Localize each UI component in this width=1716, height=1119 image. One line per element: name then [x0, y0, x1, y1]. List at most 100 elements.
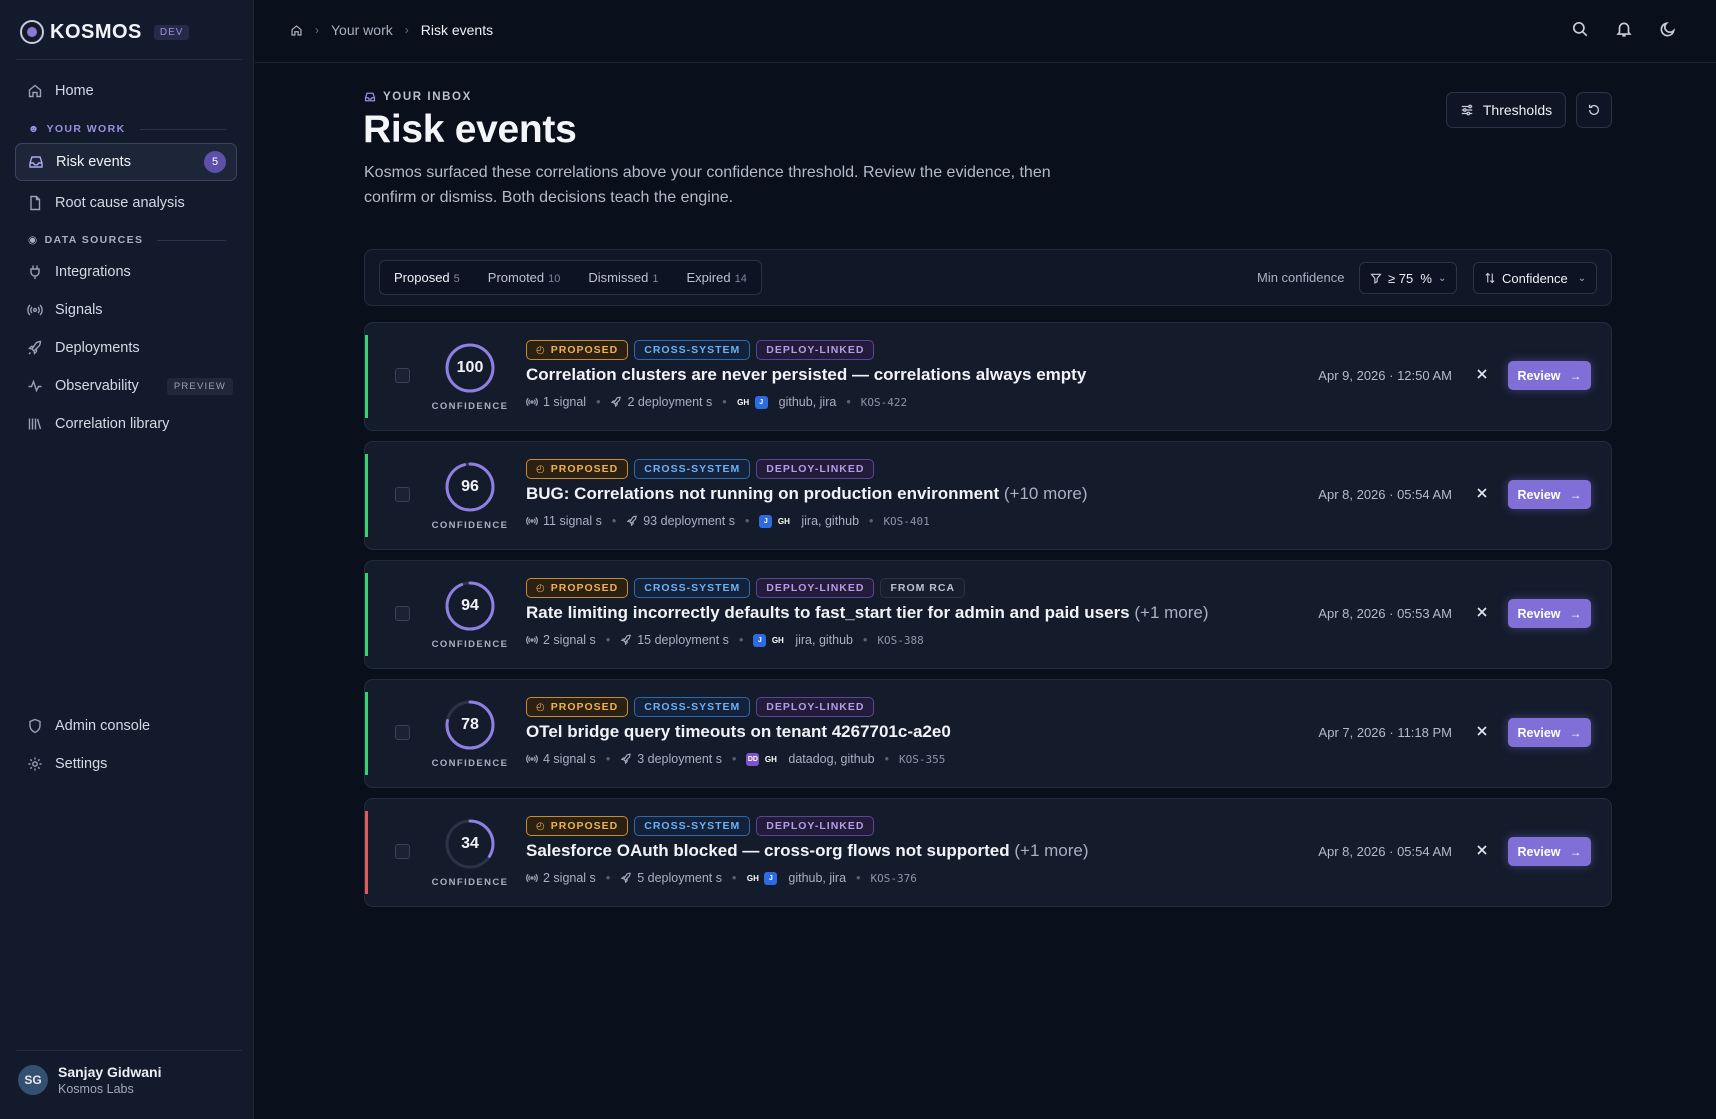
issue-key[interactable]: KOS-401 [883, 515, 929, 528]
sort-select[interactable]: Confidence ⌄ [1473, 262, 1598, 294]
sidebar-item-integrations[interactable]: Integrations [15, 253, 237, 291]
select-checkbox[interactable] [395, 725, 410, 740]
env-badge: DEV [153, 24, 190, 40]
event-meta: 1 signal • 2 deployment s • GH Jgithub, jira •… [526, 395, 907, 409]
risk-event-card[interactable]: 100 CONFIDENCE ◴ PROPOSED CROSS-SYSTEM DEPLOY… [364, 322, 1612, 431]
select-checkbox[interactable] [395, 844, 410, 859]
sort-icon [1484, 272, 1496, 284]
dismiss-button[interactable] [1474, 485, 1490, 501]
confidence-score: 78 [461, 716, 479, 733]
sidebar-item-root-cause-analysis[interactable]: Root cause analysis [15, 184, 237, 222]
thresholds-button[interactable]: Thresholds [1446, 92, 1566, 128]
filter-bar: Proposed 5 Promoted 10 Dismissed 1 Expired 1… [364, 249, 1612, 306]
risk-event-card[interactable]: 96 CONFIDENCE ◴ PROPOSED CROSS-SYSTEM DEPLOY-… [364, 441, 1612, 550]
sidebar-item-label: Signals [55, 302, 103, 318]
event-date: Apr 8, 2026 · 05:54 AM [1318, 844, 1452, 859]
chevron-down-icon: ⌄ [1577, 272, 1587, 284]
sidebar-item-settings[interactable]: Settings [15, 745, 237, 783]
event-title-text: OTel bridge query timeouts on tenant 426… [526, 722, 951, 741]
brand[interactable]: KOSMOS DEV [20, 20, 190, 44]
tag-deploy: DEPLOY-LINKED [756, 816, 875, 836]
home-icon[interactable] [290, 24, 303, 37]
clock-icon: ◴ [536, 463, 546, 475]
breadcrumb: › Your work › Risk events [290, 22, 493, 38]
bell-icon[interactable] [1615, 20, 1635, 40]
review-button[interactable]: Review → [1508, 480, 1591, 509]
review-button[interactable]: Review → [1508, 718, 1591, 747]
risk-event-card[interactable]: 34 CONFIDENCE ◴ PROPOSED CROSS-SYSTEM DEPLOY-… [364, 798, 1612, 907]
rocket-icon [610, 396, 622, 408]
event-title[interactable]: Salesforce OAuth blocked — cross-org flo… [526, 841, 1089, 861]
sources-meta: GH Jgithub, jira [737, 395, 837, 409]
close-icon [1477, 607, 1487, 617]
issue-key[interactable]: KOS-388 [877, 634, 923, 647]
tab-promoted[interactable]: Promoted 10 [488, 270, 561, 285]
chevron-right-icon: › [404, 23, 409, 37]
sidebar-item-correlation-library[interactable]: Correlation library [15, 405, 237, 443]
sidebar-item-signals[interactable]: Signals [15, 291, 237, 329]
status-stripe [365, 335, 368, 418]
issue-key[interactable]: KOS-376 [870, 872, 916, 885]
page-title: Risk events [363, 108, 577, 151]
preview-badge: PREVIEW [166, 377, 234, 395]
tag-cross: CROSS-SYSTEM [634, 816, 751, 836]
review-button[interactable]: Review → [1508, 837, 1591, 866]
tab-proposed[interactable]: Proposed 5 [394, 270, 460, 285]
tag-proposed: ◴ PROPOSED [526, 697, 629, 717]
confidence-label: CONFIDENCE [431, 639, 509, 650]
refresh-button[interactable] [1576, 92, 1612, 128]
sidebar-item-label: Home [55, 83, 94, 99]
confidence-label: CONFIDENCE [431, 520, 509, 531]
event-title[interactable]: Rate limiting incorrectly defaults to fa… [526, 603, 1209, 623]
signals-meta: 4 signal s [526, 752, 596, 766]
sidebar-item-label: Settings [55, 756, 108, 772]
sidebar-item-admin-console[interactable]: Admin console [15, 707, 237, 745]
select-checkbox[interactable] [395, 487, 410, 502]
sidebar-item-risk-events[interactable]: Risk events 5 [15, 143, 237, 181]
risk-event-card[interactable]: 78 CONFIDENCE ◴ PROPOSED CROSS-SYSTEM DEPLOY-… [364, 679, 1612, 788]
issue-key[interactable]: KOS-355 [899, 753, 945, 766]
dismiss-button[interactable] [1474, 842, 1490, 858]
issue-key[interactable]: KOS-422 [861, 396, 907, 409]
tag-cross: CROSS-SYSTEM [634, 578, 751, 598]
rocket-icon [27, 340, 43, 356]
event-meta: 11 signal s • 93 deployment s • J GH jira, git… [526, 514, 930, 528]
more-count: (+10 more) [1003, 484, 1088, 503]
dismiss-button[interactable] [1474, 366, 1490, 382]
source-gh-icon: GH [764, 754, 777, 764]
review-button[interactable]: Review → [1508, 599, 1591, 628]
event-title[interactable]: BUG: Correlations not running on product… [526, 484, 1088, 504]
sidebar-divider [16, 59, 242, 60]
moon-icon[interactable] [1659, 20, 1679, 40]
select-checkbox[interactable] [395, 368, 410, 383]
review-button[interactable]: Review → [1508, 361, 1591, 390]
tag-cross: CROSS-SYSTEM [634, 340, 751, 360]
risk-event-card[interactable]: 94 CONFIDENCE ◴ PROPOSED CROSS-SYSTEM DEPLOY-… [364, 560, 1612, 669]
filter-icon [1370, 272, 1382, 284]
event-title[interactable]: Correlation clusters are never persisted… [526, 365, 1086, 385]
tab-expired[interactable]: Expired 14 [687, 270, 747, 285]
user-profile[interactable]: SG Sanjay Gidwani Kosmos Labs [18, 1064, 161, 1096]
avatar: SG [18, 1065, 48, 1095]
dismiss-button[interactable] [1474, 723, 1490, 739]
sidebar-item-deployments[interactable]: Deployments [15, 329, 237, 367]
clock-icon: ◴ [536, 820, 546, 832]
sidebar-item-label: Observability [55, 378, 139, 394]
event-title[interactable]: OTel bridge query timeouts on tenant 426… [526, 722, 951, 742]
min-confidence-select[interactable]: ≥ 75 % ⌄ [1359, 262, 1458, 294]
sidebar-item-label: Root cause analysis [55, 195, 185, 211]
sidebar-item-observability[interactable]: Observability PREVIEW [15, 367, 237, 405]
tag-list: ◴ PROPOSED CROSS-SYSTEM DEPLOY-LINKED [526, 459, 875, 479]
confidence-label: CONFIDENCE [431, 758, 509, 769]
deployments-meta: 93 deployment s [626, 514, 735, 528]
tab-dismissed[interactable]: Dismissed 1 [588, 270, 658, 285]
deployments-meta: 15 deployment s [620, 633, 729, 647]
dismiss-button[interactable] [1474, 604, 1490, 620]
select-checkbox[interactable] [395, 606, 410, 621]
sidebar-item-home[interactable]: Home [15, 72, 237, 110]
event-title-text: Salesforce OAuth blocked — cross-org flo… [526, 841, 1010, 860]
search-icon[interactable] [1571, 20, 1591, 40]
status-stripe [365, 811, 368, 894]
breadcrumb-your-work[interactable]: Your work [331, 22, 393, 38]
section-data-sources: ◉ DATA SOURCES [28, 234, 226, 246]
